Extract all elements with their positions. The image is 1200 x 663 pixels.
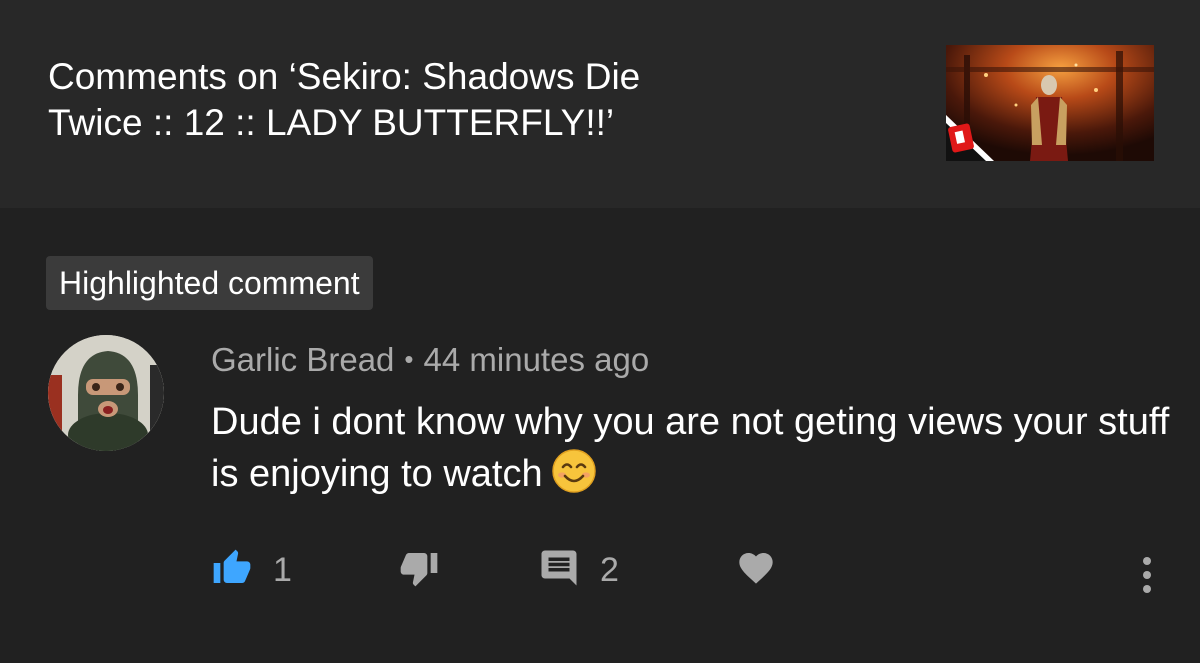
comment-meta: Garlic Bread • 44 minutes ago [211,338,649,381]
comments-header: Comments on ‘Sekiro: Shadows Die Twice :… [0,0,1200,208]
like-count: 1 [273,551,292,589]
heart-icon [735,548,777,593]
like-button[interactable]: 1 [211,548,292,592]
comment-actions: 1 2 [0,538,1200,598]
reply-button[interactable]: 2 [538,548,619,592]
page-title: Comments on ‘Sekiro: Shadows Die Twice :… [48,56,641,143]
author-name[interactable]: Garlic Bread [211,341,394,378]
comment-section: Highlighted comment Garlic Bread • 44 minu… [0,208,1200,663]
comment-timestamp: 44 minutes ago [423,341,650,378]
comment-text: Dude i dont know why you are not geting … [211,401,1170,495]
thumbs-up-icon [211,548,253,593]
dislike-button[interactable] [398,548,440,592]
video-thumbnail[interactable] [946,45,1154,161]
highlighted-comment-badge: Highlighted comment [46,256,373,310]
comment-body: Dude i dont know why you are not geting … [211,396,1171,500]
reply-count: 2 [600,551,619,589]
thumbs-down-icon [398,548,440,593]
meta-separator: • [404,344,414,374]
smiling-face-emoji [551,448,597,494]
comment-icon [538,547,580,594]
more-options-button[interactable] [1130,554,1164,596]
heart-button[interactable] [735,548,777,592]
avatar[interactable] [48,335,164,451]
more-vert-icon [1130,557,1164,600]
